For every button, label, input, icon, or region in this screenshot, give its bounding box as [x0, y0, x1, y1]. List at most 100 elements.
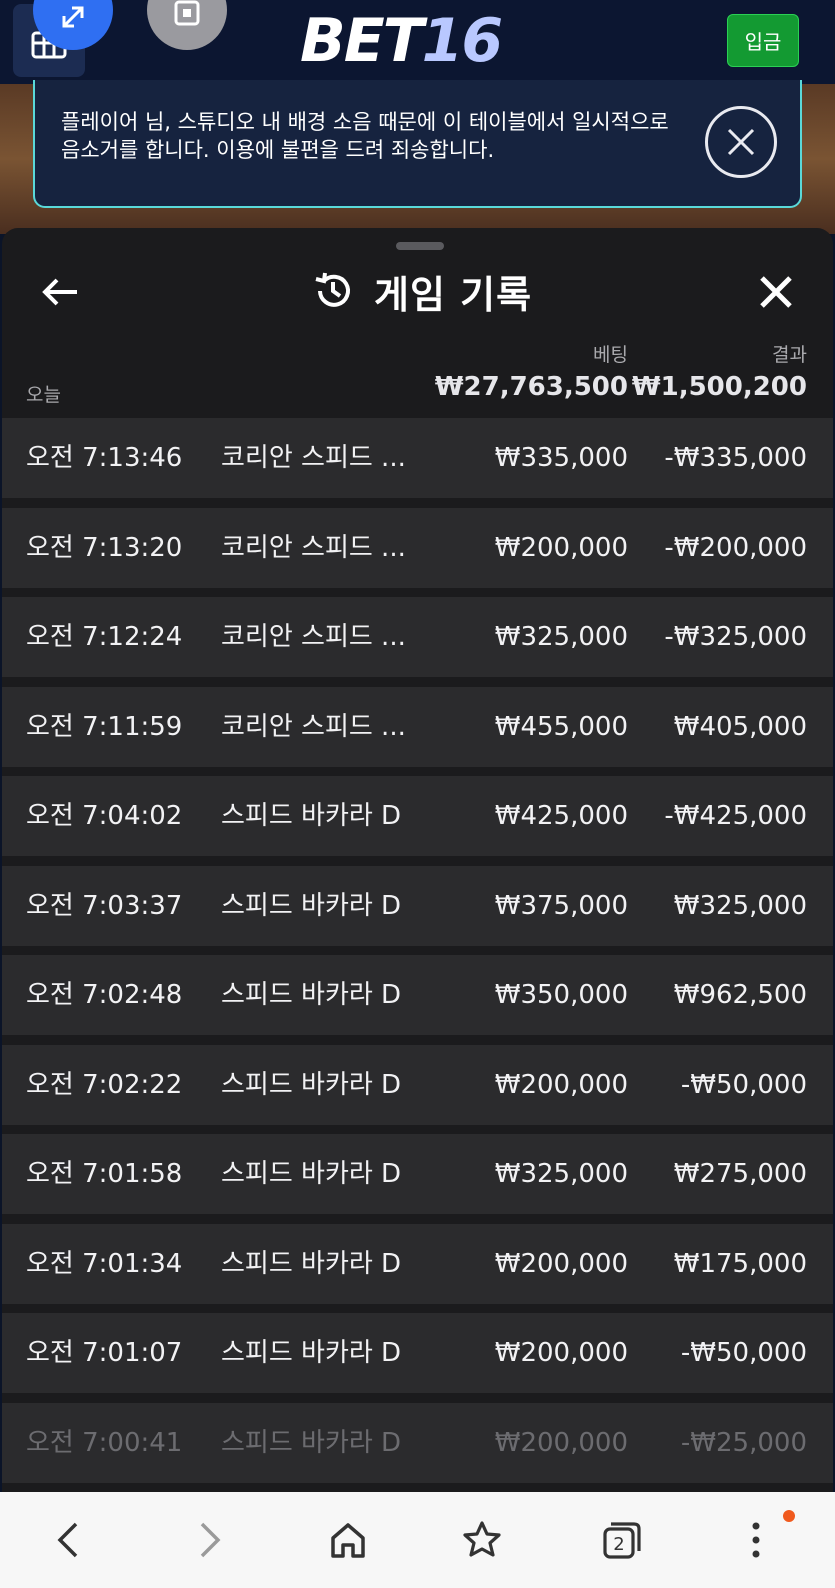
row-time: 오전 7:01:07 — [26, 1338, 183, 1368]
result-column-label: 결과 — [772, 344, 807, 366]
table-row[interactable]: 오전 7:12:24 코리안 스피드 ... ₩325,000 -₩325,00… — [2, 597, 833, 677]
row-result: ₩175,000 — [673, 1248, 807, 1279]
row-result: ₩962,500 — [673, 980, 807, 1010]
row-result: -₩50,000 — [680, 1338, 807, 1368]
row-time: 오전 7:13:20 — [26, 532, 183, 563]
drag-handle[interactable] — [396, 242, 444, 250]
table-row[interactable]: 오전 7:11:59 코리안 스피드 ... ₩455,000 ₩405,000 — [2, 686, 833, 767]
mute-notice: 플레이어 님, 스튜디오 내 배경 소음 때문에 이 테이블에서 일시적으로 음… — [33, 80, 802, 208]
row-bet: ₩200,000 — [494, 1427, 628, 1458]
row-time: 오전 7:01:58 — [26, 1159, 183, 1189]
row-result: -₩335,000 — [664, 443, 807, 473]
row-game: 코리안 스피드 ... — [221, 622, 406, 652]
row-bet: ₩200,000 — [494, 532, 628, 563]
row-result: ₩275,000 — [673, 1159, 807, 1189]
row-result: ₩325,000 — [673, 890, 807, 921]
table-row[interactable]: 오전 7:04:02 스피드 바카라 D ₩425,000 -₩425,000 — [2, 776, 833, 856]
table-row[interactable]: 오전 7:01:07 스피드 바카라 D ₩200,000 -₩50,000 — [2, 1313, 833, 1393]
table-row[interactable]: 오전 7:01:34 스피드 바카라 D ₩200,000 ₩175,000 — [2, 1223, 833, 1304]
back-arrow-icon — [42, 278, 77, 306]
total-bet: ₩27,763,500 — [434, 372, 628, 402]
row-game: 스피드 바카라 D — [221, 1069, 402, 1100]
history-icon — [315, 272, 350, 307]
history-list: 오전 7:13:46 코리안 스피드 ... ₩335,000 -₩335,00… — [2, 418, 833, 1492]
table-row[interactable]: 오전 7:13:46 코리안 스피드 ... ₩335,000 -₩335,00… — [2, 418, 833, 498]
deposit-button[interactable]: 입금 — [727, 14, 799, 67]
row-result: -₩425,000 — [664, 801, 807, 831]
row-time: 오전 7:02:22 — [26, 1069, 183, 1100]
row-time: 오전 7:02:48 — [26, 980, 183, 1010]
browser-back-button[interactable] — [42, 1514, 94, 1566]
row-time: 오전 7:03:37 — [26, 890, 183, 921]
row-result: -₩325,000 — [664, 622, 807, 652]
row-result: -₩200,000 — [664, 532, 807, 563]
logo-text-number: 16 — [421, 6, 503, 76]
table-row[interactable]: 오전 7:03:37 스피드 바카라 D ₩375,000 ₩325,000 — [2, 865, 833, 946]
table-row[interactable]: 오전 7:02:48 스피드 바카라 D ₩350,000 ₩962,500 — [2, 955, 833, 1035]
row-bet: ₩375,000 — [494, 890, 628, 921]
tabs-icon: 2 — [603, 1522, 641, 1559]
notice-text: 플레이어 님, 스튜디오 내 배경 소음 때문에 이 테이블에서 일시적으로 음… — [61, 110, 669, 162]
total-result: ₩1,500,200 — [631, 372, 807, 402]
logo-text-main: BET — [300, 6, 424, 76]
row-bet: ₩200,000 — [494, 1069, 628, 1100]
row-result: -₩50,000 — [680, 1069, 807, 1100]
close-button[interactable] — [754, 270, 798, 314]
row-game: 스피드 바카라 D — [221, 1427, 402, 1458]
table-row[interactable]: 오전 7:02:22 스피드 바카라 D ₩200,000 -₩50,000 — [2, 1044, 833, 1125]
home-icon — [331, 1523, 365, 1558]
stop-icon — [174, 0, 200, 26]
bet-column-label: 베팅 — [593, 344, 628, 366]
table-row[interactable]: 오전 7:13:20 코리안 스피드 ... ₩200,000 -₩200,00… — [2, 507, 833, 588]
row-result: ₩405,000 — [673, 711, 807, 742]
row-bet: ₩335,000 — [494, 443, 628, 473]
row-game: 스피드 바카라 D — [221, 980, 402, 1010]
table-row[interactable]: 오전 7:01:58 스피드 바카라 D ₩325,000 ₩275,000 — [2, 1134, 833, 1214]
row-bet: ₩200,000 — [494, 1338, 628, 1368]
row-bet: ₩425,000 — [494, 801, 628, 831]
row-game: 코리안 스피드 ... — [221, 532, 406, 563]
row-game: 스피드 바카라 D — [221, 801, 402, 831]
row-time: 오전 7:04:02 — [26, 801, 183, 831]
notification-dot — [783, 1510, 795, 1522]
browser-bookmarks-button[interactable] — [456, 1514, 508, 1566]
browser-forward-button[interactable] — [184, 1514, 236, 1566]
row-time: 오전 7:11:59 — [26, 711, 183, 742]
today-label: 오늘 — [26, 384, 61, 406]
stop-button[interactable] — [147, 0, 227, 50]
row-bet: ₩325,000 — [494, 622, 628, 652]
row-result: -₩25,000 — [680, 1427, 807, 1458]
row-time: 오전 7:12:24 — [26, 622, 183, 652]
browser-tabs-button[interactable]: 2 — [596, 1514, 648, 1566]
browser-menu-button[interactable] — [730, 1514, 782, 1566]
panel-title: 게임 기록 — [374, 272, 533, 317]
row-bet: ₩455,000 — [494, 711, 628, 742]
panel-header: 게임 기록 — [312, 266, 533, 317]
logo: BET16 — [300, 6, 503, 76]
row-bet: ₩325,000 — [494, 1159, 628, 1189]
table-row[interactable]: 오전 7:00:41 스피드 바카라 D ₩200,000 -₩25,000 — [2, 1402, 833, 1483]
row-game: 스피드 바카라 D — [221, 1338, 402, 1368]
top-bar: BET16 입금 — [0, 0, 835, 84]
row-bet: ₩350,000 — [494, 980, 628, 1010]
back-button[interactable] — [38, 270, 82, 314]
close-icon — [760, 276, 792, 308]
browser-forward-icon — [200, 1522, 221, 1558]
tab-count: 2 — [613, 1534, 624, 1555]
row-game: 스피드 바카라 D — [221, 1248, 402, 1279]
close-circle-icon — [727, 128, 755, 156]
notice-close-button[interactable] — [705, 106, 777, 178]
row-game: 스피드 바카라 D — [221, 890, 402, 921]
row-bet: ₩200,000 — [494, 1248, 628, 1279]
row-time: 오전 7:00:41 — [26, 1427, 183, 1458]
row-game: 코리안 스피드 ... — [221, 711, 406, 742]
browser-home-button[interactable] — [322, 1514, 374, 1566]
browser-back-icon — [57, 1522, 78, 1558]
game-history-panel: 게임 기록 베팅 결과 오늘 ₩27,763,500 ₩1,500,200 오전… — [2, 228, 833, 1492]
bookmark-star-icon — [463, 1521, 501, 1557]
browser-bottom-nav: 2 — [0, 1492, 835, 1588]
row-time: 오전 7:01:34 — [26, 1248, 183, 1279]
row-game: 스피드 바카라 D — [221, 1159, 402, 1189]
more-icon — [752, 1522, 760, 1558]
row-game: 코리안 스피드 ... — [221, 443, 406, 473]
